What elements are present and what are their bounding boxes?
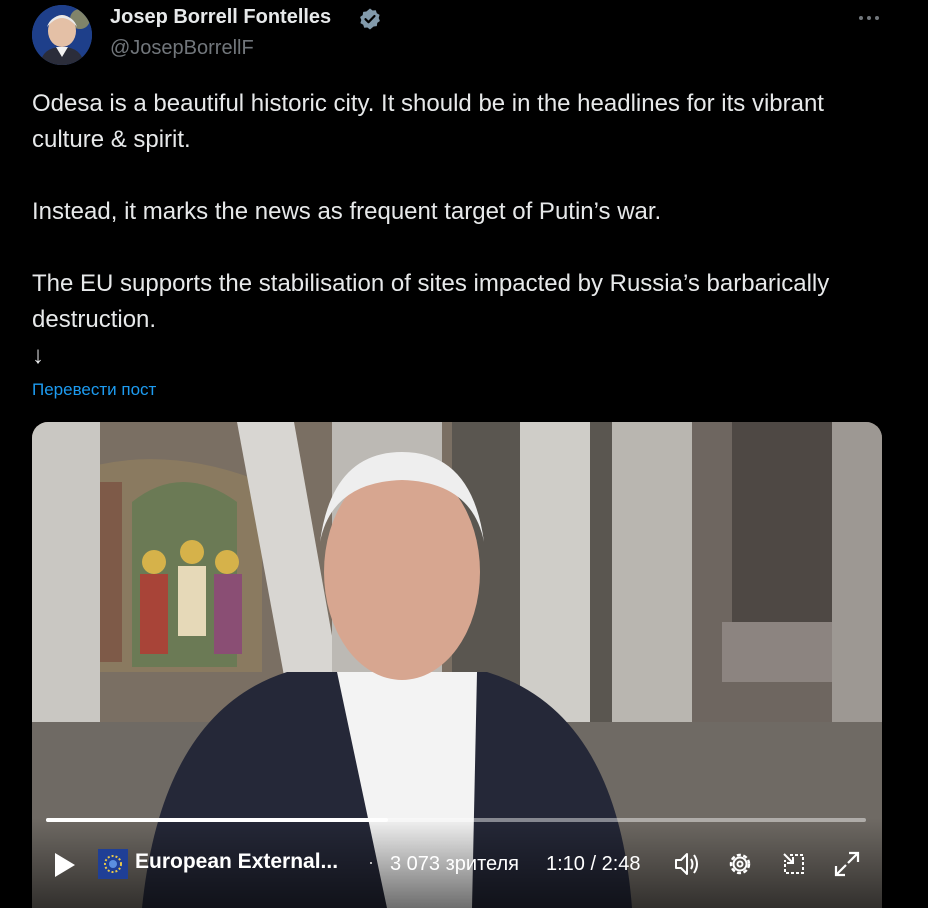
tweet-paragraph-2: Instead, it marks the news as frequent t…	[32, 198, 662, 225]
tweet-paragraph-1: Odesa is a beautiful historic city. It s…	[32, 90, 824, 153]
viewer-count: 3 073 зрителя	[390, 853, 519, 875]
tweet-paragraph-3: The EU supports the stabilisation of sit…	[32, 270, 830, 333]
channel-name[interactable]: European External...	[135, 850, 338, 874]
fullscreen-icon[interactable]	[832, 849, 862, 879]
tweet-header: Josep Borrell Fontelles @JosepBorrellF	[0, 0, 928, 80]
more-icon[interactable]	[855, 6, 883, 30]
video-time: 1:10 / 2:48	[546, 853, 641, 875]
down-arrow: ↓	[32, 342, 44, 369]
progress-fill	[46, 818, 388, 822]
progress-bar[interactable]	[46, 818, 866, 822]
tweet-text: Odesa is a beautiful historic city. It s…	[32, 86, 872, 374]
translate-post-link[interactable]: Перевести пост	[32, 380, 156, 400]
settings-gear-icon[interactable]	[725, 849, 755, 879]
pop-out-icon[interactable]	[779, 849, 809, 879]
avatar[interactable]	[32, 5, 92, 65]
video-player[interactable]: European External... · 3 073 зрителя 1:1…	[32, 422, 882, 908]
channel-logo-icon[interactable]	[98, 849, 128, 879]
volume-icon[interactable]	[672, 849, 702, 879]
separator-dot: ·	[368, 852, 374, 872]
verified-badge-icon	[358, 7, 382, 31]
play-icon[interactable]	[52, 850, 78, 880]
author-name[interactable]: Josep Borrell Fontelles	[110, 6, 331, 29]
author-handle[interactable]: @JosepBorrellF	[110, 37, 254, 60]
